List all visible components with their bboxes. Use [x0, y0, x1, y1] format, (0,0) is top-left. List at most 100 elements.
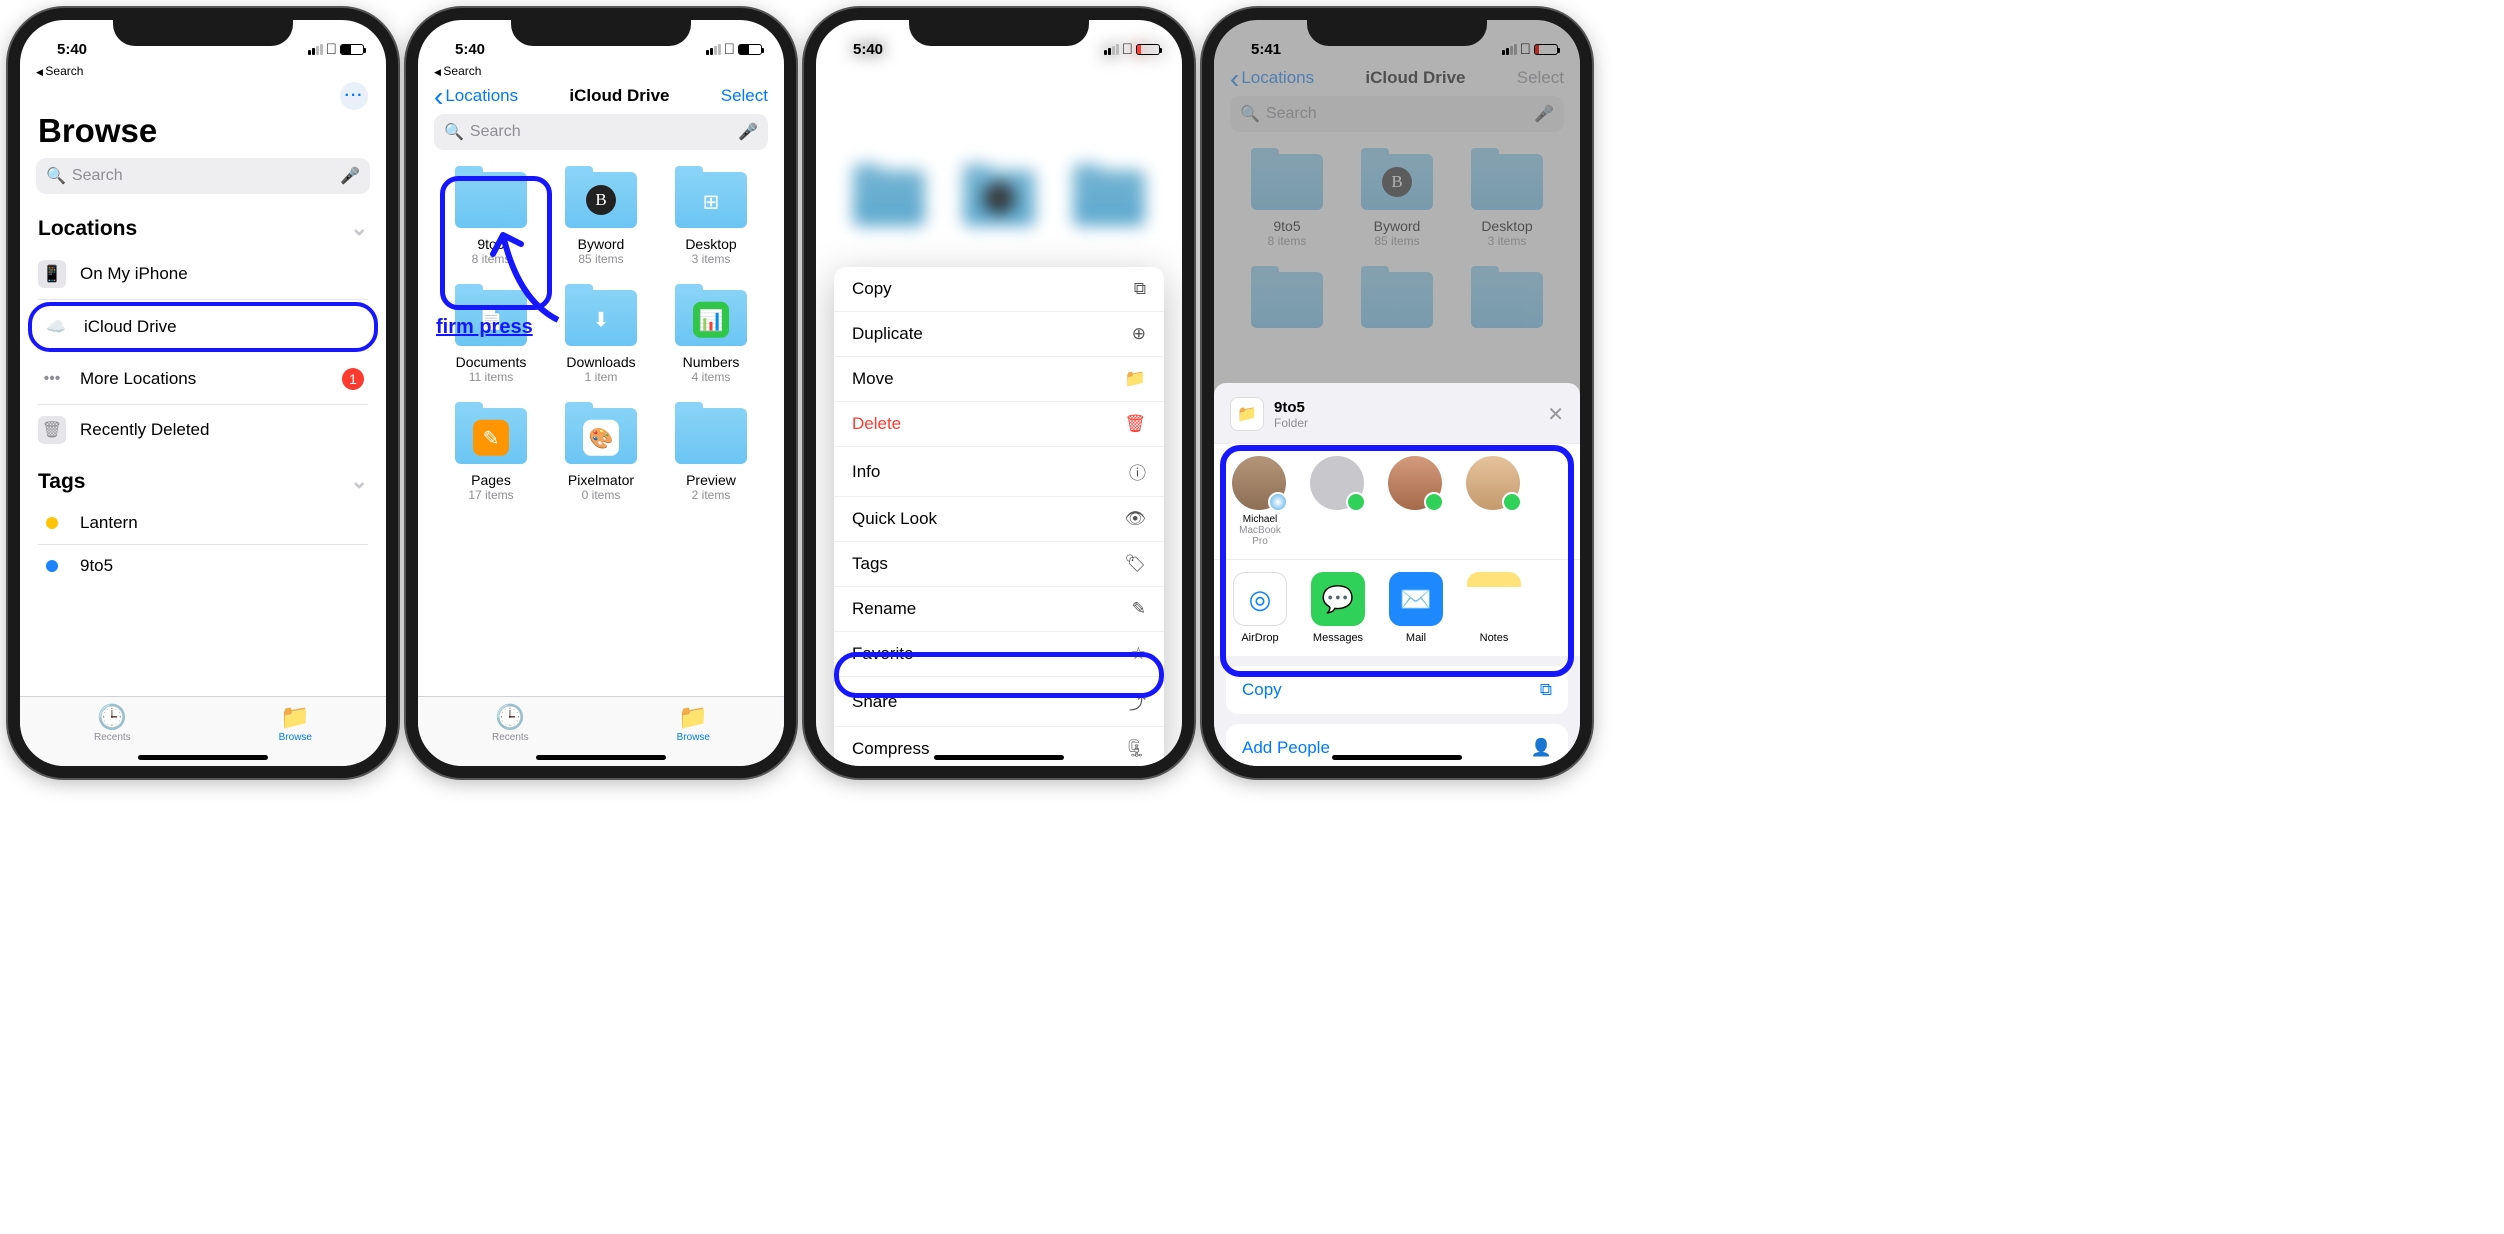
nav-back-locations[interactable]: Locations [434, 86, 518, 106]
share-sheet: 📁 9to5Folder ✕ MichaelMacBook Pro ◎AirDr… [1214, 383, 1580, 766]
tab-browse[interactable]: 📁Browse [677, 703, 710, 743]
people-icon: 👤 [1531, 738, 1552, 758]
copy-icon: ⧉ [1134, 279, 1146, 299]
info-icon: ⓘ [1129, 459, 1146, 484]
app-mail[interactable]: ✉️Mail [1388, 572, 1444, 644]
location-more[interactable]: ••• More Locations 1 [38, 354, 368, 405]
phone-2: 5:40 􀙇 Search Locations iCloud Drive Sel… [406, 8, 796, 778]
airdrop-icon: ◎ [1233, 572, 1287, 626]
folder-9to5[interactable]: 9to58 items [438, 166, 544, 280]
more-actions-button[interactable]: ··· [340, 82, 368, 110]
tab-browse[interactable]: 📁Browse [279, 703, 312, 743]
pixelmator-app-icon: 🎨 [583, 420, 619, 456]
menu-duplicate[interactable]: Duplicate⊕ [834, 312, 1164, 357]
phone-4: 5:41 􀙇 Locations iCloud Drive Select 🔍Se… [1202, 8, 1592, 778]
menu-info[interactable]: Infoⓘ [834, 447, 1164, 497]
folder-byword[interactable]: BByword85 items [548, 166, 654, 280]
home-indicator[interactable] [138, 755, 268, 760]
search-input[interactable]: 🔍 Search 🎤 [36, 158, 370, 194]
menu-delete[interactable]: Delete🗑 [834, 402, 1164, 447]
avatar [1466, 456, 1520, 510]
home-indicator[interactable] [536, 755, 666, 760]
menu-move[interactable]: Move📁 [834, 357, 1164, 402]
menu-share[interactable]: Share⤴ [834, 677, 1164, 727]
messages-dot-icon [1424, 492, 1444, 512]
page-title: Browse [20, 110, 386, 158]
numbers-app-icon: 📊 [693, 302, 729, 338]
back-to-search[interactable]: Search [20, 64, 386, 82]
folder-documents[interactable]: 📄Documents11 items [438, 284, 544, 398]
tab-recents[interactable]: 🕒Recents [492, 703, 529, 743]
menu-quick-look[interactable]: Quick Look👁 [834, 497, 1164, 542]
folder-pages[interactable]: ✎Pages17 items [438, 402, 544, 516]
folder-downloads[interactable]: ⬇Downloads1 item [548, 284, 654, 398]
contact-2[interactable] [1310, 456, 1366, 547]
tag-9to5[interactable]: 9to5 [38, 545, 368, 587]
duplicate-icon: ⊕ [1132, 324, 1146, 344]
menu-copy[interactable]: Copy⧉ [834, 267, 1164, 312]
home-indicator[interactable] [1332, 755, 1462, 760]
menu-rename[interactable]: Rename✎ [834, 587, 1164, 632]
signal-icon [706, 44, 721, 55]
app-messages[interactable]: 💬Messages [1310, 572, 1366, 644]
tag-lantern[interactable]: Lantern [38, 502, 368, 545]
folder-desktop[interactable]: ⊞Desktop3 items [658, 166, 764, 280]
avatar [1232, 456, 1286, 510]
location-icloud-drive[interactable]: ☁️ iCloud Drive [28, 302, 378, 352]
location-on-my-iphone[interactable]: 📱 On My iPhone [38, 249, 368, 300]
search-input[interactable]: 🔍 Search 🎤 [434, 114, 768, 150]
trash-icon: 🗑 [1124, 414, 1146, 434]
share-action-copy[interactable]: Copy⧉ [1226, 666, 1568, 714]
annotation-firm-press: firm press [436, 316, 533, 339]
wifi-icon: 􀙇 [724, 41, 735, 58]
back-to-search[interactable]: Search [418, 64, 784, 82]
tag-dot-icon [46, 560, 58, 572]
folder-icon: 📁 [677, 703, 710, 732]
notes-icon [1467, 572, 1521, 626]
folder-icon: 📁 [279, 703, 312, 732]
contact-michael[interactable]: MichaelMacBook Pro [1232, 456, 1288, 547]
folder-pixelmator[interactable]: 🎨Pixelmator0 items [548, 402, 654, 516]
messages-dot-icon [1502, 492, 1522, 512]
signal-icon [308, 44, 323, 55]
clock-icon: 🕒 [94, 703, 131, 732]
folder-glyph-icon: 📁 [1230, 397, 1264, 431]
folder-icon: 📁 [1125, 369, 1146, 389]
folder-preview[interactable]: Preview2 items [658, 402, 764, 516]
menu-tags[interactable]: Tags🏷 [834, 542, 1164, 587]
archive-icon: 🗜 [1124, 739, 1146, 759]
chevron-down-icon: ⌄ [350, 469, 368, 494]
iphone-icon: 📱 [38, 260, 66, 288]
share-icon: ⤴ [1129, 689, 1146, 714]
wifi-icon: 􀙇 [326, 41, 337, 58]
pages-app-icon: ✎ [473, 420, 509, 456]
battery-icon [340, 44, 364, 55]
close-button[interactable]: ✕ [1547, 402, 1564, 427]
contact-3[interactable] [1388, 456, 1444, 547]
star-icon: ☆ [1131, 644, 1146, 664]
mic-icon[interactable]: 🎤 [340, 166, 360, 186]
phone-1: 5:40 􀙇 Search ··· Browse 🔍 Search 🎤 Loca… [8, 8, 398, 778]
app-badge-icon: B [586, 185, 616, 215]
airdrop-dot-icon [1268, 492, 1288, 512]
copy-icon: ⧉ [1540, 680, 1552, 700]
eye-icon: 👁 [1124, 509, 1146, 529]
app-notes[interactable]: Notes [1466, 572, 1522, 644]
select-button[interactable]: Select [721, 86, 768, 106]
tag-icon: 🏷 [1124, 554, 1146, 574]
contact-4[interactable] [1466, 456, 1522, 547]
folder-numbers[interactable]: 📊Numbers4 items [658, 284, 764, 398]
location-recently-deleted[interactable]: 🗑 Recently Deleted [38, 405, 368, 455]
mic-icon[interactable]: 🎤 [738, 122, 758, 142]
icloud-icon: ☁️ [42, 313, 70, 341]
tab-recents[interactable]: 🕒Recents [94, 703, 131, 743]
menu-compress[interactable]: Compress🗜 [834, 727, 1164, 766]
tags-header[interactable]: Tags⌄ [20, 455, 386, 502]
app-airdrop[interactable]: ◎AirDrop [1232, 572, 1288, 644]
home-indicator[interactable] [934, 755, 1064, 760]
clock-icon: 🕒 [492, 703, 529, 732]
menu-favorite[interactable]: Favorite☆ [834, 632, 1164, 677]
nav-title: iCloud Drive [569, 86, 669, 106]
context-menu: Copy⧉ Duplicate⊕ Move📁 Delete🗑 Infoⓘ Qui… [834, 267, 1164, 766]
locations-header[interactable]: Locations⌄ [20, 202, 386, 249]
